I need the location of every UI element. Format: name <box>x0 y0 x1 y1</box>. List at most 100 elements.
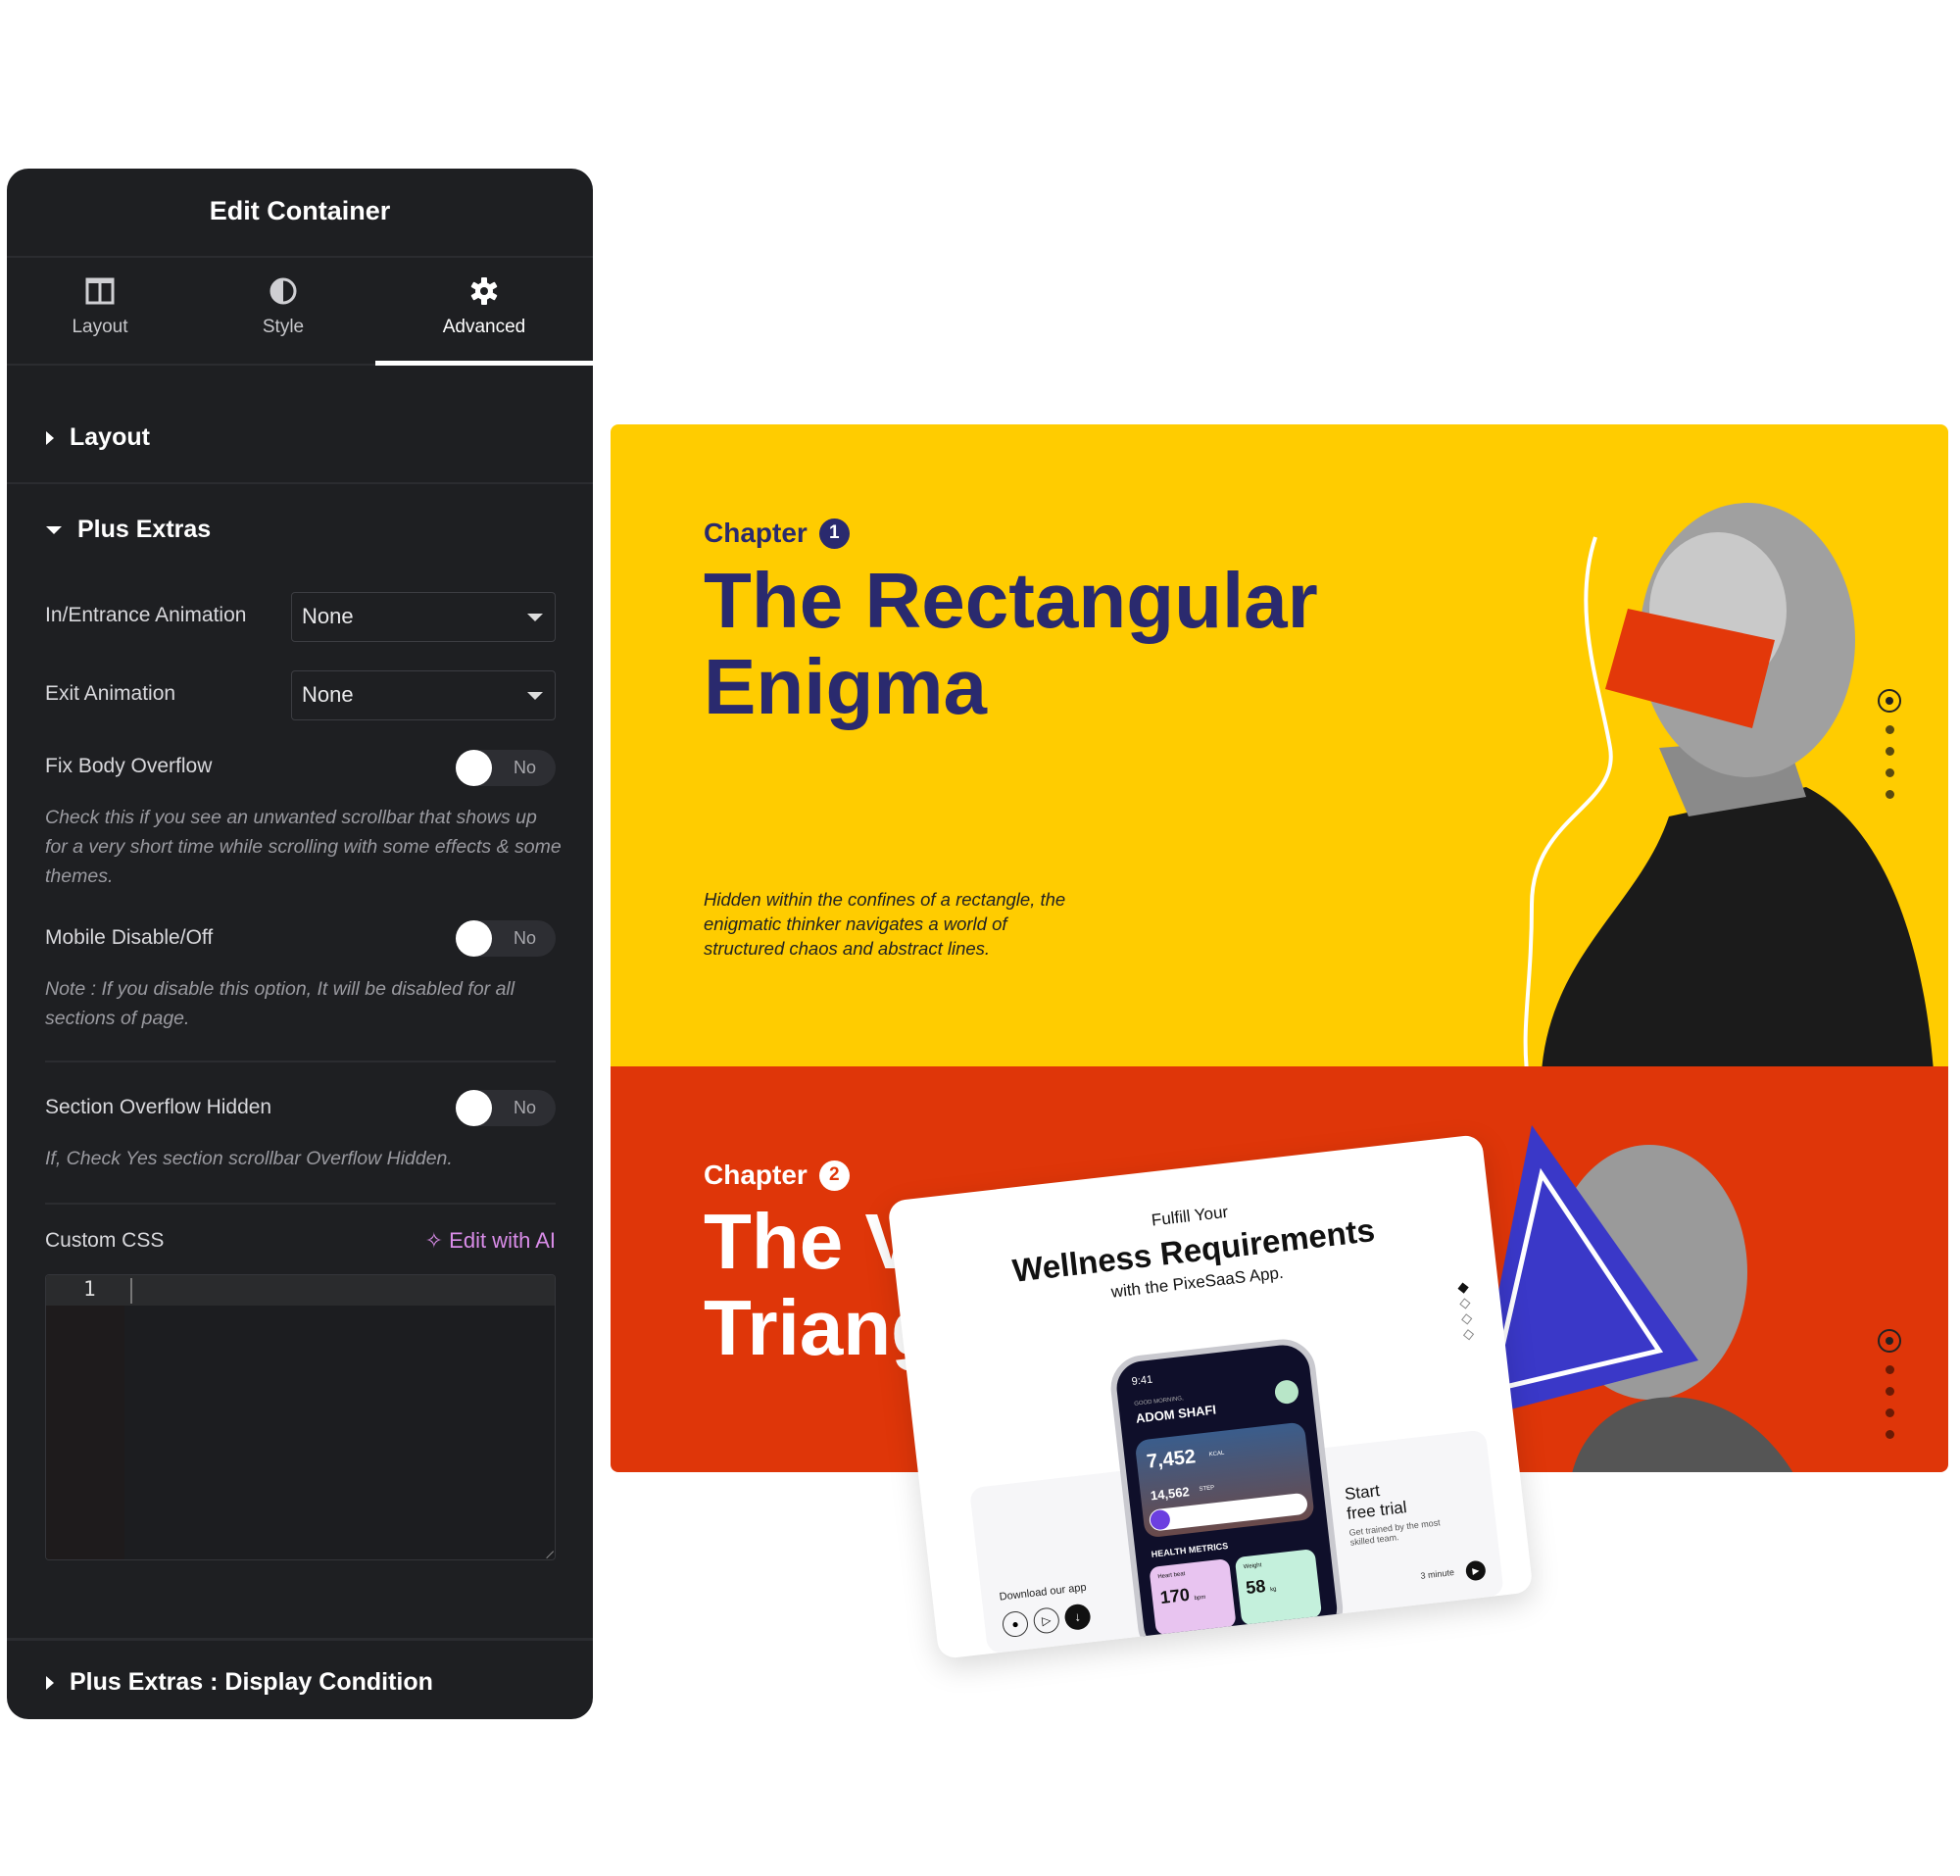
dot[interactable] <box>1885 1430 1894 1439</box>
section-overflow-toggle[interactable]: No <box>456 1090 556 1126</box>
metric-value: 58 <box>1245 1575 1267 1599</box>
tab-advanced[interactable]: Advanced <box>391 258 577 366</box>
kcal-value: 7,452 <box>1145 1446 1198 1473</box>
mobile-disable-desc: Note : If you disable this option, It wi… <box>45 978 515 1029</box>
chapter1-title: The Rectangular Enigma <box>704 558 1318 730</box>
tab-label: Layout <box>72 317 128 337</box>
tab-label: Advanced <box>442 317 526 337</box>
dot-active[interactable] <box>1878 689 1901 713</box>
panel-tabs: Layout Style Advanced <box>7 258 593 366</box>
half-circle-icon <box>270 277 297 305</box>
toggle-state: No <box>513 758 536 777</box>
exit-animation-label: Exit Animation <box>45 682 176 705</box>
mobile-disable-toggle[interactable]: No <box>456 920 556 957</box>
chapter-text: Chapter <box>704 1160 808 1190</box>
divider <box>7 482 593 484</box>
fix-body-overflow-toggle[interactable]: No <box>456 750 556 786</box>
edit-with-ai-link[interactable]: ✧ Edit with AI <box>425 1228 556 1254</box>
app-mockup-card: Fulfill Your Wellness Requirements with … <box>887 1133 1534 1660</box>
phone-time: 9:41 <box>1131 1373 1153 1388</box>
apple-icon[interactable]: ● <box>1001 1609 1030 1639</box>
chapter1-desc: Hidden within the confines of a rectangl… <box>704 889 1066 959</box>
steps-unit: STEP <box>1199 1485 1215 1493</box>
section-title: Plus Extras : Display Condition <box>70 1668 433 1696</box>
dot[interactable] <box>1885 790 1894 799</box>
gear-icon <box>470 277 498 305</box>
section-overflow-label: Section Overflow Hidden <box>45 1096 272 1118</box>
section-display-condition-toggle[interactable]: Plus Extras : Display Condition <box>46 1668 433 1697</box>
dot-active[interactable] <box>1878 1329 1901 1353</box>
metric-value: 170 <box>1158 1584 1191 1608</box>
section-title: Layout <box>70 423 150 451</box>
caret-right-icon <box>46 1675 54 1690</box>
fix-body-overflow-desc: Check this if you see an unwanted scroll… <box>45 807 562 887</box>
custom-css-label: Custom CSS <box>45 1229 165 1252</box>
metric-label: Heart beat <box>1157 1571 1186 1581</box>
tab-style[interactable]: Style <box>190 258 376 366</box>
sparkle-icon: ✧ <box>424 1228 450 1253</box>
slide-dots <box>1878 1329 1901 1439</box>
columns-icon <box>85 277 115 305</box>
triangle-figure-image <box>1473 1125 1793 1472</box>
metric-unit: kg <box>1269 1586 1277 1594</box>
download-label: Download our app <box>999 1581 1088 1604</box>
chapter-number-badge: 2 <box>818 1160 850 1191</box>
exit-animation-select[interactable]: None <box>291 670 556 720</box>
chapter2-label: Chapter 2 <box>704 1160 850 1191</box>
metric-unit: bpm <box>1194 1594 1206 1603</box>
steps-value: 14,562 <box>1150 1484 1191 1504</box>
metric-label: Weight <box>1243 1562 1262 1571</box>
dot[interactable] <box>1885 747 1894 756</box>
dropdown-arrow-icon <box>527 692 543 700</box>
tab-layout[interactable]: Layout <box>7 258 193 366</box>
divider <box>45 1061 556 1062</box>
resize-handle[interactable] <box>539 1544 555 1559</box>
caret-right-icon <box>46 430 54 445</box>
panel-title: Edit Container <box>7 169 593 258</box>
divider <box>7 1638 593 1641</box>
active-line <box>46 1275 555 1306</box>
fix-body-overflow-label: Fix Body Overflow <box>45 755 213 777</box>
play-store-icon[interactable]: ▷ <box>1032 1606 1061 1635</box>
heart-beat-card: Heart beat 170 bpm <box>1149 1557 1237 1636</box>
entrance-animation-select[interactable]: None <box>291 592 556 642</box>
dot[interactable] <box>1885 725 1894 734</box>
dot[interactable] <box>1885 768 1894 777</box>
edit-container-panel: Edit Container Layout Style Advanced Lay… <box>7 169 593 1719</box>
divider <box>45 1203 556 1205</box>
dropdown-arrow-icon <box>527 614 543 621</box>
phone-mockup: 9:41 GOOD MORNING, ADOM SHAFI 7,452 KCAL… <box>1106 1335 1347 1660</box>
editor-gutter <box>46 1275 124 1559</box>
toggle-knob <box>456 920 492 957</box>
ai-link-label: Edit with AI <box>449 1228 556 1253</box>
thinker-figure-image <box>1523 503 1934 1066</box>
toggle-knob <box>456 1090 492 1126</box>
avatar <box>1273 1378 1300 1406</box>
activity-card: 7,452 KCAL 14,562 STEP <box>1134 1421 1315 1539</box>
section-layout-toggle[interactable]: Layout <box>46 423 150 452</box>
toggle-state: No <box>513 1098 536 1117</box>
mobile-disable-label: Mobile Disable/Off <box>45 926 214 949</box>
download-icon[interactable]: ↓ <box>1063 1603 1092 1632</box>
chapter-number-badge: 1 <box>818 518 850 549</box>
duration-label: 3 minute <box>1419 1567 1455 1581</box>
entrance-animation-label: In/Entrance Animation <box>45 604 247 626</box>
slide-dots <box>1878 689 1901 799</box>
play-icon[interactable]: ▶ <box>1464 1559 1487 1582</box>
section-plus-extras-toggle[interactable]: Plus Extras <box>46 516 211 544</box>
tab-label: Style <box>262 317 305 337</box>
dot[interactable] <box>1885 1408 1894 1417</box>
kcal-unit: KCAL <box>1208 1450 1225 1458</box>
store-buttons: ● ▷ ↓ <box>1001 1603 1092 1639</box>
dot[interactable] <box>1885 1387 1894 1396</box>
chapter-text: Chapter <box>704 518 808 548</box>
title-line: Enigma <box>704 643 987 730</box>
text-cursor <box>130 1278 132 1304</box>
custom-css-editor[interactable]: 1 <box>45 1274 556 1560</box>
dot[interactable] <box>1885 1365 1894 1374</box>
line-number: 1 <box>83 1277 96 1301</box>
free-trial-cta[interactable]: Start free trial Get trained by the most… <box>1344 1472 1467 1548</box>
active-tab-indicator <box>375 361 593 366</box>
title-line: The Rectangular <box>704 557 1318 644</box>
chapter1-label: Chapter 1 <box>704 518 850 549</box>
